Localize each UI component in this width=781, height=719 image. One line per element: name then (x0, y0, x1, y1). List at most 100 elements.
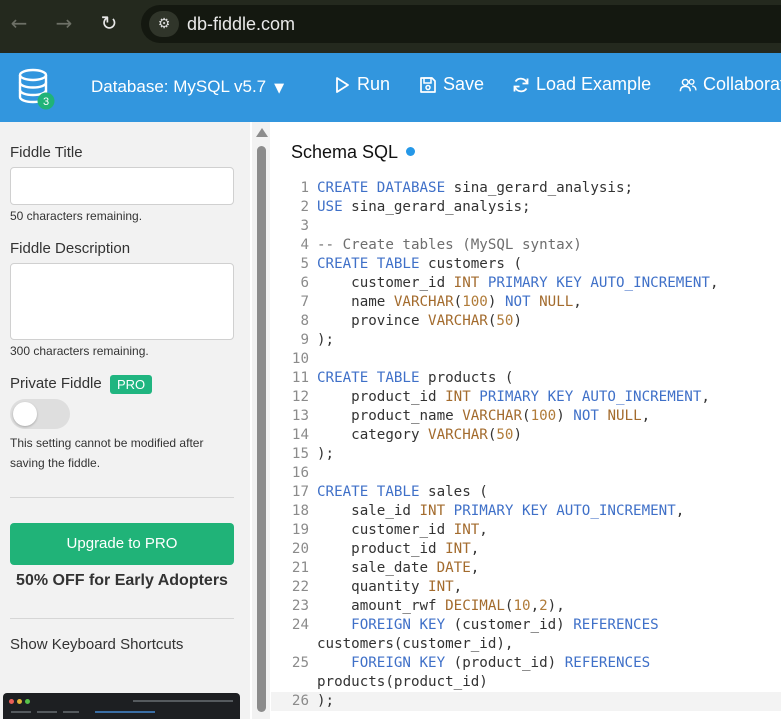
line-number: 15 (291, 446, 309, 462)
code-line[interactable]: 13 product_name VARCHAR(100) NOT NULL, (271, 407, 781, 426)
code-token: AUTO_INCREMENT (590, 275, 710, 291)
show-keyboard-shortcuts-link[interactable]: Show Keyboard Shortcuts (10, 636, 183, 653)
code-text: product_id INT, (317, 540, 479, 559)
reload-icon[interactable]: ↻ (96, 10, 122, 36)
code-token: amount_rwf (317, 598, 446, 614)
line-number: 26 (291, 693, 309, 709)
scrollbar-thumb[interactable] (257, 146, 266, 712)
save-button[interactable]: Save (419, 74, 484, 95)
code-line[interactable]: 9); (271, 331, 781, 350)
code-token: NULL (607, 408, 642, 424)
schema-editor[interactable]: Schema SQL 1 CREATE DATABASE sina_gerard_… (271, 122, 781, 719)
forward-arrow-icon[interactable]: → (51, 10, 77, 36)
code-token: sina_gerard_analysis; (445, 180, 634, 196)
code-text: ); (317, 445, 334, 464)
private-fiddle-toggle[interactable] (10, 399, 70, 429)
code-text: sale_id INT PRIMARY KEY AUTO_INCREMENT, (317, 502, 684, 521)
run-label: Run (357, 74, 391, 94)
code-token: ); (317, 332, 335, 348)
code-token: products(product_id) (317, 674, 488, 690)
upgrade-to-pro-button[interactable]: Upgrade to PRO (10, 523, 234, 565)
unsaved-dot-icon (406, 147, 416, 156)
line-number: 16 (291, 465, 309, 481)
code-line[interactable]: 19 customer_id INT, (271, 521, 781, 540)
line-number: 11 (291, 370, 309, 386)
code-token: INT (445, 541, 471, 557)
users-icon (679, 78, 697, 91)
address-bar[interactable]: ⚙ db-fiddle.com (141, 5, 781, 43)
code-line[interactable]: customers(customer_id), (271, 635, 781, 654)
collaborate-button[interactable]: Collaborat (679, 74, 781, 95)
database-logo-icon[interactable]: 3 (16, 67, 56, 111)
fiddle-title-label: Fiddle Title (10, 144, 83, 161)
code-line[interactable]: 25 FOREIGN KEY (product_id) REFERENCES (271, 654, 781, 673)
code-line[interactable]: 6 customer_id INT PRIMARY KEY AUTO_INCRE… (271, 274, 781, 293)
code-line[interactable]: 21 sale_date DATE, (271, 559, 781, 578)
load-example-button[interactable]: Load Example (512, 74, 651, 95)
caret-down-icon: ▼ (274, 81, 285, 96)
code-line[interactable]: 5 CREATE TABLE customers ( (271, 255, 781, 274)
code-line[interactable]: 10 (271, 350, 781, 369)
site-settings-icon[interactable]: ⚙ (149, 11, 179, 37)
toggle-knob (13, 402, 37, 426)
code-line[interactable]: 22 quantity INT, (271, 578, 781, 597)
code-line[interactable]: 7 name VARCHAR(100) NOT NULL, (271, 293, 781, 312)
code-line[interactable]: 4 -- Create tables (MySQL syntax) (271, 236, 781, 255)
code-text: products(product_id) (317, 673, 488, 692)
code-token: AUTO_INCREMENT (556, 503, 676, 519)
line-number: 14 (291, 427, 309, 443)
code-line[interactable]: 18 sale_id INT PRIMARY KEY AUTO_INCREMEN… (271, 502, 781, 521)
code-token: REFERENCES (573, 617, 659, 633)
code-line[interactable]: 20 product_id INT, (271, 540, 781, 559)
code-line[interactable]: 15); (271, 445, 781, 464)
code-token: KEY (556, 275, 582, 291)
url-text[interactable]: db-fiddle.com (187, 14, 295, 35)
code-token: 100 (462, 294, 488, 310)
line-number: 10 (291, 351, 309, 367)
code-line[interactable]: 1 CREATE DATABASE sina_gerard_analysis; (271, 179, 781, 198)
code-line[interactable]: 24 FOREIGN KEY (customer_id) REFERENCES (271, 616, 781, 635)
sidebar-scrollbar[interactable] (252, 122, 270, 719)
back-arrow-icon[interactable]: ← (6, 10, 32, 36)
code-line[interactable]: 12 product_id INT PRIMARY KEY AUTO_INCRE… (271, 388, 781, 407)
code-token: customers ( (419, 256, 523, 272)
code-line[interactable]: 17 CREATE TABLE sales ( (271, 483, 781, 502)
fiddle-description-input[interactable] (10, 263, 234, 340)
line-number: 1 (300, 180, 309, 196)
code-line[interactable]: 16 (271, 464, 781, 483)
code-token: CREATE (317, 256, 369, 272)
code-line[interactable]: 26); (271, 692, 781, 711)
line-number: 5 (300, 256, 309, 272)
code-token: province (317, 313, 429, 329)
browser-toolbar: ← → ↻ ⚙ db-fiddle.com (0, 0, 781, 53)
code-line[interactable]: 11 CREATE TABLE products ( (271, 369, 781, 388)
code-text: CREATE TABLE sales ( (317, 483, 488, 502)
code-token: TABLE (376, 256, 420, 272)
badge-count: 3 (43, 96, 49, 108)
schema-sql-title: Schema SQL (291, 142, 416, 163)
description-remaining-text: 300 characters remaining. (10, 344, 149, 358)
code-line[interactable]: 2 USE sina_gerard_analysis; (271, 198, 781, 217)
run-button[interactable]: Run (333, 74, 390, 95)
code-token: NULL (539, 294, 574, 310)
line-number: 12 (291, 389, 309, 405)
code-text: USE sina_gerard_analysis; (317, 198, 531, 217)
code-line[interactable]: 3 (271, 217, 781, 236)
scroll-up-arrow-icon[interactable] (256, 128, 268, 137)
code-token: sina_gerard_analysis; (342, 199, 531, 215)
fiddle-title-input[interactable] (10, 167, 234, 205)
code-token: PRIMARY (479, 389, 540, 405)
code-token: (product_id) (445, 655, 565, 671)
line-number: 6 (300, 275, 309, 291)
code-line[interactable]: 8 province VARCHAR(50) (271, 312, 781, 331)
code-line[interactable]: 14 category VARCHAR(50) (271, 426, 781, 445)
code-token: -- Create tables (MySQL syntax) (317, 237, 582, 253)
line-number: 7 (300, 294, 309, 310)
code-line[interactable]: 23 amount_rwf DECIMAL(10,2), (271, 597, 781, 616)
preview-thumbnail[interactable] (3, 693, 240, 719)
code-line[interactable]: products(product_id) (271, 673, 781, 692)
code-text: category VARCHAR(50) (317, 426, 522, 445)
code-token: VARCHAR (428, 313, 488, 329)
database-select[interactable]: Database: MySQL v5.7 ▼ (91, 77, 284, 97)
